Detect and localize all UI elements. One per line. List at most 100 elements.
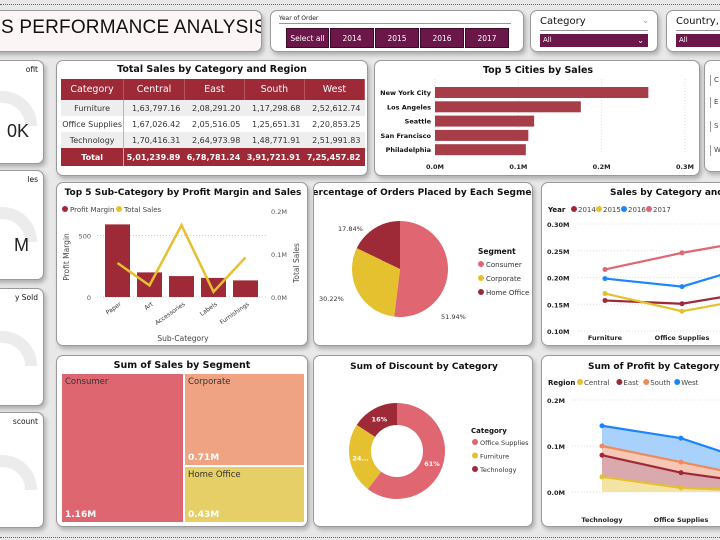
x-tick-label: Furniture: [588, 334, 623, 342]
table-cell: 6,78,781.24: [184, 148, 245, 166]
legend-label: South: [650, 379, 670, 387]
treemap-cell[interactable]: Corporate 0.71M: [184, 373, 305, 467]
x-tick-label: 0.1M: [509, 163, 527, 171]
year-2016-button[interactable]: 2016: [420, 28, 464, 48]
year-slicer-label: Year of Order: [279, 15, 319, 22]
table-cell: 1,17,298.68: [244, 100, 305, 116]
treemap-cell[interactable]: Consumer 1.16M: [61, 373, 185, 523]
column-header[interactable]: Category: [61, 79, 125, 100]
column-header[interactable]: East: [184, 79, 245, 100]
data-point: [599, 474, 605, 480]
divider: [0, 537, 720, 538]
legend-marker: [646, 206, 652, 212]
table-cell: 1,63,797.16: [123, 100, 185, 116]
data-point: [678, 435, 684, 441]
divider: [279, 23, 511, 24]
data-point: [678, 485, 684, 491]
legend-label: East: [623, 379, 638, 387]
profit-area-card: Sum of Profit by Category and Region Regi…: [541, 355, 720, 527]
region-option[interactable]: W: [710, 145, 720, 156]
treemap-value: 1.16M: [65, 510, 97, 520]
row-header: Total: [61, 148, 125, 166]
year-2017-button[interactable]: 2017: [465, 28, 509, 48]
legend-title: Category: [471, 427, 507, 435]
country-slicer-label: Country, S: [676, 16, 720, 27]
sales-segment-treemap: Consumer 1.16M Corporate 0.71M Home Office 0.…: [61, 373, 305, 523]
chart-title: Top 5 Cities by Sales: [483, 65, 593, 76]
y-tick-label: Philadelphia: [386, 146, 431, 154]
data-point: [599, 423, 605, 429]
y2-tick-label: 0.0M: [271, 294, 287, 302]
y2-tick-label: 0.1M: [271, 251, 287, 259]
chart-title: Percentage of Orders Placed by Each Segm…: [314, 188, 533, 198]
discount-donut-chart: Sum of Discount by Category 61% 24... 16% Ca…: [349, 362, 529, 499]
chart-title: Sum of Discount by Category: [350, 362, 498, 372]
subcategory-card: Top 5 Sub-Category by Profit Margin and …: [56, 182, 308, 346]
y-tick-label: 500: [79, 232, 91, 240]
line-series: [604, 274, 720, 288]
data-point: [678, 459, 684, 465]
sales-matrix-card: Total Sales by Category and Region Categ…: [56, 60, 368, 176]
top-cities-chart: Top 5 Cities by Sales 0.0M 0.1M 0.2M 0.3M New…: [380, 65, 694, 171]
year-select-all-button[interactable]: Select all: [286, 28, 329, 48]
sales-year-card: Sales by Category and Year Year 2014 2015 20…: [541, 182, 720, 346]
region-option[interactable]: S: [710, 121, 718, 132]
x-tick-label: Accessories: [154, 301, 187, 327]
country-dropdown[interactable]: All: [676, 34, 720, 47]
y-tick-label: 0.25M: [547, 248, 570, 256]
chart-title: Top 5 Sub-Category by Profit Margin and …: [65, 188, 302, 198]
table-cell: 2,20,853.25: [312, 119, 361, 129]
x-axis-label: Sub-Category: [157, 334, 209, 343]
legend-marker: [472, 439, 478, 445]
legend-marker: [621, 206, 627, 212]
data-label: 30.22%: [319, 295, 344, 303]
table-cell: 1,70,416.31: [123, 132, 185, 148]
data-point: [602, 266, 608, 272]
kpi-value: 0K: [6, 121, 29, 141]
column-header[interactable]: South: [244, 79, 305, 100]
treemap-cell[interactable]: Home Office 0.43M: [184, 466, 305, 523]
y-tick-label: 0: [87, 294, 91, 302]
data-point: [679, 250, 685, 256]
region-option[interactable]: C: [710, 75, 719, 86]
table-row: Furniture 1,63,797.16 2,08,291.20 1,17,2…: [61, 100, 365, 116]
column-header[interactable]: Central: [123, 79, 185, 100]
column-header[interactable]: West: [304, 79, 366, 100]
data-point: [679, 308, 685, 314]
treemap-value: 0.71M: [188, 453, 220, 464]
year-slicer: Year of Order Select all 2014 2015 2016 …: [270, 10, 524, 52]
legend-label: 2016: [628, 206, 646, 214]
gauge-arc: [0, 331, 37, 366]
region-option[interactable]: E: [710, 97, 718, 108]
table-row: Technology 1,70,416.31 2,64,973.98 1,48,…: [61, 132, 365, 148]
x-tick-label: Labels: [199, 301, 219, 318]
dashboard: S PERFORMANCE ANALYSIS Year of Order Sel…: [0, 0, 720, 540]
category-dropdown[interactable]: All ⌄: [540, 34, 648, 47]
legend-marker: [472, 452, 478, 459]
table-cell: 2,51,991.83: [304, 132, 365, 148]
kpi-title: les: [27, 175, 38, 184]
legend-label: Furniture: [480, 453, 509, 461]
chevron-down-icon: ⌄: [637, 36, 644, 45]
line-series: [604, 245, 720, 271]
legend-marker: [674, 379, 681, 385]
legend-label: Central: [584, 379, 610, 387]
x-tick-label: Art: [143, 301, 155, 312]
table-cell: 5,01,239.89: [123, 148, 185, 166]
legend-marker: [478, 289, 484, 295]
y-tick-label: San Francisco: [381, 132, 432, 140]
year-2015-button[interactable]: 2015: [375, 28, 419, 48]
row-header: Technology: [61, 132, 125, 148]
kpi-value: M: [14, 235, 29, 255]
kpi-card-quantity: y Sold: [0, 288, 44, 406]
year-2014-button[interactable]: 2014: [330, 28, 374, 48]
table-cell: 2,08,291.20: [184, 100, 245, 116]
chevron-down-icon[interactable]: ⌄: [642, 16, 649, 25]
data-point: [602, 291, 608, 297]
y-axis-label: Profit Margin: [62, 233, 71, 281]
table-row: Office Supplies 1,67,026.42 2,05,516.05 …: [61, 116, 365, 132]
legend-label: Office Supplies: [480, 439, 529, 447]
title-card: S PERFORMANCE ANALYSIS: [0, 10, 262, 52]
table-cell: 1,67,026.42: [131, 119, 181, 129]
kpi-card-profit: ofit 0K: [0, 60, 44, 164]
